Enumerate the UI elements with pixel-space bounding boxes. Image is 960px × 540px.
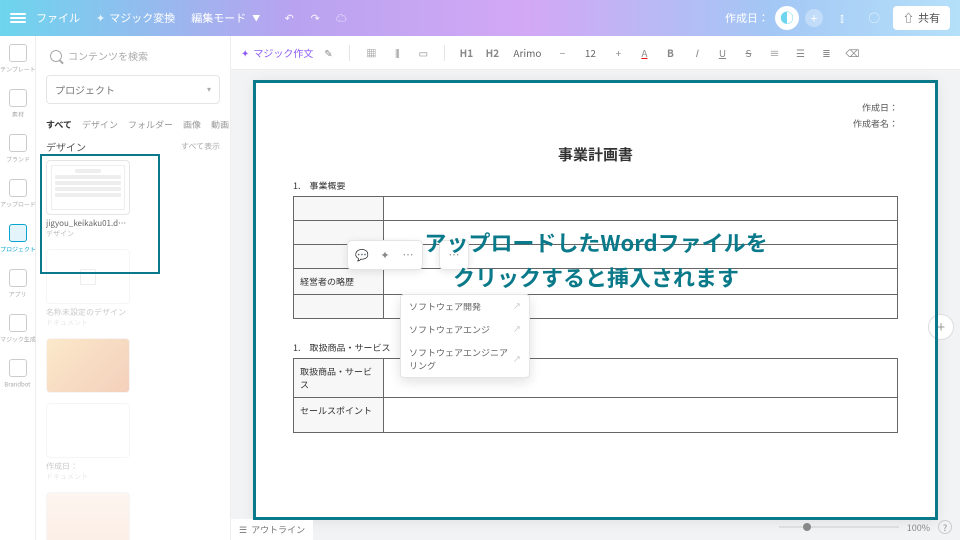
canvas-area: ✦マジック作文 ✎ ▦ ⫼ ▭ H1 H2 Arimo − 12 + A B I…	[231, 36, 960, 540]
chevron-down-icon: ▼	[252, 13, 260, 24]
comment-icon[interactable]: 💬	[352, 245, 372, 265]
tab-design[interactable]: デザイン	[82, 118, 118, 131]
strike-button[interactable]: S	[737, 42, 759, 64]
arrow-icon: ↗	[513, 324, 521, 335]
project-select[interactable]: プロジェクト▾	[46, 75, 220, 104]
file-menu[interactable]: ファイル	[36, 10, 80, 26]
more-icon[interactable]: ⋯	[398, 245, 418, 265]
table-products[interactable]: 取扱商品・サービス セールスポイント	[293, 358, 898, 433]
rail-brand[interactable]: ブランド	[0, 134, 36, 165]
outline-button[interactable]: ☰アウトライン	[231, 519, 313, 540]
rail-magic[interactable]: マジック生成	[0, 314, 36, 345]
h1-button[interactable]: H1	[455, 42, 477, 64]
doc-meta-date: 作成日：	[293, 100, 898, 116]
thumb-created[interactable]: 作成日：ドキュメント	[46, 403, 130, 482]
italic-button[interactable]: I	[685, 42, 707, 64]
chevron-down-icon: ▾	[207, 84, 211, 95]
zoom-slider[interactable]	[779, 526, 899, 528]
zoom-value: 100%	[907, 521, 930, 534]
rail-brandbot[interactable]: Brandbot	[0, 359, 36, 390]
thumb-untitled[interactable]: 名称未設定のデザインドキュメント	[46, 249, 130, 328]
undo-icon[interactable]: ↶	[278, 7, 300, 29]
magic-convert[interactable]: ✦マジック変換	[96, 10, 175, 26]
list-icon: ☰	[239, 523, 247, 536]
rail-templates[interactable]: テンプレート	[0, 44, 36, 75]
sidebar-tabs: すべて デザイン フォルダー 画像 動画	[46, 118, 220, 131]
left-rail: テンプレート 素材 ブランド アップロード プロジェクト アプリ マジック生成 …	[0, 36, 36, 540]
comment-icon[interactable]: ◯	[863, 7, 885, 29]
upload-icon: ⇧	[903, 10, 914, 26]
sidebar: コンテンツを検索 プロジェクト▾ すべて デザイン フォルダー 画像 動画 デザ…	[36, 36, 231, 540]
h2-button[interactable]: H2	[481, 42, 503, 64]
suggestion-popup[interactable]: ソフトウェア開発↗ ソフトウェアエンジ↗ ソフトウェアエンジニアリング↗	[400, 294, 530, 378]
edit-icon[interactable]: ✎	[317, 42, 339, 64]
sparkle-icon[interactable]: ✦	[375, 245, 395, 265]
arrow-icon: ↗	[513, 301, 521, 312]
tab-video[interactable]: 動画	[211, 118, 229, 131]
font-minus[interactable]: −	[551, 42, 573, 64]
floating-toolbar[interactable]: 💬 ✦ ⋯	[347, 240, 423, 270]
magic-write[interactable]: ✦マジック作文	[241, 45, 313, 60]
margin-icon[interactable]: ▭	[412, 42, 434, 64]
share-button[interactable]: ⇧共有	[893, 6, 950, 30]
align-icon[interactable]: ≡	[763, 42, 785, 64]
list-icon[interactable]: ☰	[789, 42, 811, 64]
columns-icon[interactable]: ⫼	[386, 42, 408, 64]
section-1: 1. 事業概要	[293, 179, 898, 192]
chart-icon[interactable]: ⫾	[831, 7, 853, 29]
clear-format-icon[interactable]: ⌫	[841, 42, 863, 64]
doc-meta-author: 作成者名：	[293, 116, 898, 132]
font-size[interactable]: 12	[577, 45, 603, 60]
more-icon[interactable]: ⋯	[444, 245, 464, 265]
document-page[interactable]: 作成日： 作成者名： 事業計画書 1. 事業概要 経営者の略歴 1. 取扱商品・…	[253, 80, 938, 520]
cloud-sync-icon[interactable]: ☁	[330, 7, 352, 29]
rail-upload[interactable]: アップロード	[0, 179, 36, 210]
doc-title: 事業計画書	[293, 144, 898, 165]
created-label: 作成日：	[725, 10, 769, 26]
add-member-icon[interactable]: +	[805, 9, 823, 27]
arrow-icon: ↗	[513, 354, 521, 365]
thumb-uploaded-doc[interactable]: jigyou_keikaku01.do…デザイン	[46, 160, 130, 239]
rail-projects[interactable]: プロジェクト	[0, 224, 36, 255]
underline-button[interactable]: U	[711, 42, 733, 64]
zoom-control[interactable]: 100% ?	[779, 520, 952, 534]
edit-mode[interactable]: 編集モード▼	[191, 10, 260, 26]
rail-elements[interactable]: 素材	[0, 89, 36, 120]
top-bar: ファイル ✦マジック変換 編集モード▼ ↶ ↷ ☁ 作成日： ◐ + ⫾ ◯ ⇧…	[0, 0, 960, 36]
show-all[interactable]: すべて表示	[181, 141, 220, 152]
suggest-item[interactable]: ソフトウェア開発↗	[401, 295, 529, 318]
thumb-macaron[interactable]: マカロンカラー パ…チラシ（A4）	[46, 492, 130, 540]
search-icon	[50, 50, 62, 62]
add-page-button[interactable]: +	[928, 314, 954, 340]
floating-toolbar-2[interactable]: ⋯	[439, 240, 469, 270]
tab-image[interactable]: 画像	[183, 118, 201, 131]
redo-icon[interactable]: ↷	[304, 7, 326, 29]
section-design: デザイン	[46, 139, 86, 154]
grid-icon[interactable]: ▦	[360, 42, 382, 64]
bold-button[interactable]: B	[659, 42, 681, 64]
sparkle-icon: ✦	[241, 45, 249, 60]
rail-apps[interactable]: アプリ	[0, 269, 36, 300]
text-color[interactable]: A	[633, 42, 655, 64]
help-icon[interactable]: ?	[938, 520, 952, 534]
section-2: 1. 取扱商品・サービス	[293, 341, 898, 354]
hamburger-icon[interactable]	[10, 11, 26, 25]
editor-toolbar: ✦マジック作文 ✎ ▦ ⫼ ▭ H1 H2 Arimo − 12 + A B I…	[231, 36, 960, 70]
suggest-item[interactable]: ソフトウェアエンジ↗	[401, 318, 529, 341]
avatar[interactable]: ◐	[775, 6, 799, 30]
tab-all[interactable]: すべて	[46, 118, 72, 131]
font-plus[interactable]: +	[607, 42, 629, 64]
suggest-item[interactable]: ソフトウェアエンジニアリング↗	[401, 341, 529, 377]
numlist-icon[interactable]: ≣	[815, 42, 837, 64]
search-input[interactable]: コンテンツを検索	[46, 44, 220, 67]
sparkle-icon: ✦	[96, 10, 105, 26]
thumb-photo[interactable]	[46, 338, 130, 393]
font-select[interactable]: Arimo	[507, 43, 547, 62]
tab-folder[interactable]: フォルダー	[128, 118, 173, 131]
